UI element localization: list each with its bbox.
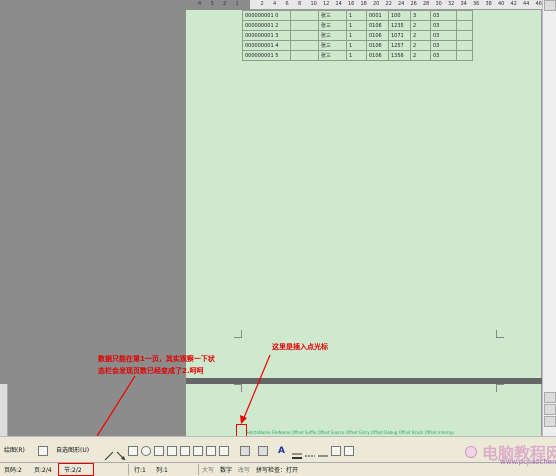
- arrow-head-right: [240, 415, 247, 424]
- arrow-line-right: [242, 354, 271, 421]
- status-separator: [198, 464, 199, 475]
- arrow-tool-icon[interactable]: [116, 446, 126, 461]
- status-num[interactable]: 数字: [220, 465, 232, 474]
- status-col: 列:1: [156, 467, 168, 474]
- diagram-icon[interactable]: [193, 446, 203, 456]
- status-overwrite[interactable]: 改写: [238, 465, 250, 474]
- status-page: 页:2/4: [34, 467, 52, 474]
- watermark-url: www.pcjiaocheng.com: [500, 458, 556, 466]
- oval-tool-icon[interactable]: [141, 446, 151, 456]
- clipart-icon[interactable]: [206, 446, 216, 456]
- status-separator: [128, 464, 129, 475]
- draw-menu-button[interactable]: 绘图(R): [4, 445, 25, 457]
- dash-style-icon[interactable]: [305, 446, 315, 457]
- vertical-textbox-icon[interactable]: [167, 446, 177, 456]
- textbox-tool-icon[interactable]: [154, 446, 164, 456]
- shadow-style-icon[interactable]: [331, 446, 341, 456]
- line-style-icon[interactable]: [292, 446, 302, 459]
- fill-color-icon[interactable]: [240, 446, 250, 456]
- status-page-number: 页码:2: [4, 467, 22, 474]
- 3d-style-icon[interactable]: [344, 446, 354, 456]
- select-objects-icon[interactable]: [38, 446, 48, 456]
- picture-icon[interactable]: [219, 446, 229, 456]
- wordart-icon[interactable]: [180, 446, 190, 456]
- line-tool-icon[interactable]: [104, 446, 114, 461]
- font-color-icon[interactable]: A: [278, 445, 285, 457]
- status-section: 节:2/2: [64, 467, 82, 474]
- status-row: 行:1: [134, 467, 146, 474]
- status-caps[interactable]: 大写: [202, 465, 214, 474]
- rectangle-tool-icon[interactable]: [128, 446, 138, 456]
- word-window: 4 3 2 1 2 4 6 8 10 12 14 16 18 20 22 24 26 28 30 32 34 36 38 40…: [0, 0, 556, 476]
- watermark-logo-icon: [465, 446, 477, 458]
- arrow-style-icon[interactable]: [318, 446, 328, 457]
- line-color-icon[interactable]: [258, 446, 268, 456]
- annotation-left-line2: 态栏会发现页数已经变成了2.呵呵: [98, 367, 204, 375]
- annotation-left-line1: 数据只能在第1一页，其实观察一下状: [98, 355, 215, 363]
- status-bar: 页码:2 页:2/4 节:2/2 行:1 列:1 大写 数字 改写 拼写检查：打…: [0, 462, 556, 476]
- annotation-right: 这里是插入点光标: [272, 343, 328, 351]
- autoshapes-menu-button[interactable]: 自选图形(U): [56, 445, 89, 457]
- status-spellcheck[interactable]: 拼写检查：打开: [256, 465, 298, 474]
- annotation-arrows: [77, 354, 271, 466]
